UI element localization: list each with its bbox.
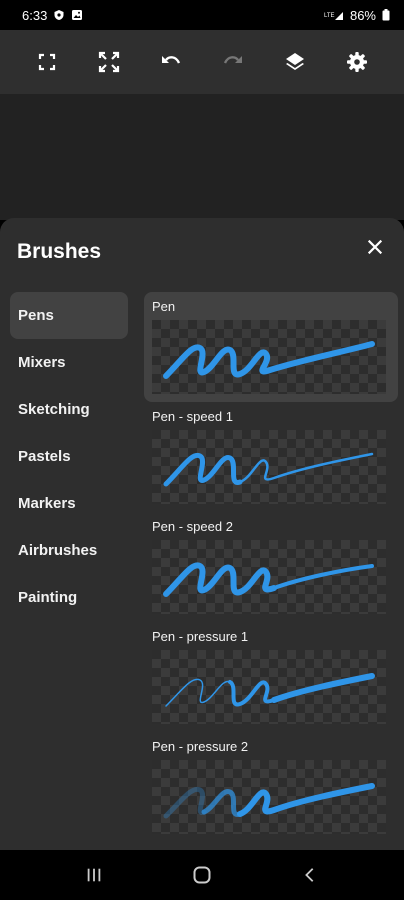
- category-sketching[interactable]: Sketching: [10, 386, 128, 433]
- brush-preview: [152, 430, 386, 504]
- brush-label: Pen - speed 2: [152, 519, 233, 534]
- svg-text:LTE: LTE: [324, 13, 335, 19]
- top-toolbar: [0, 30, 404, 94]
- brush-label: Pen - pressure 2: [152, 739, 249, 754]
- category-painting[interactable]: Painting: [10, 574, 128, 621]
- brush-label: Pen - speed 1: [152, 409, 233, 424]
- brushes-panel: Brushes Pens Mixers Sketching Pastels Ma…: [0, 218, 404, 850]
- fullscreen-button[interactable]: [27, 42, 67, 82]
- category-pastels[interactable]: Pastels: [10, 433, 128, 480]
- brush-item-pen-pressure-1[interactable]: Pen - pressure 1: [144, 622, 398, 732]
- status-bar: 6:33 LTE 86%: [0, 0, 404, 30]
- settings-button[interactable]: [337, 42, 377, 82]
- status-time: 6:33: [22, 7, 48, 23]
- category-mixers[interactable]: Mixers: [10, 339, 128, 386]
- category-airbrushes[interactable]: Airbrushes: [10, 527, 128, 574]
- system-nav-bar: [0, 850, 404, 900]
- brush-item-pen-speed-1[interactable]: Pen - speed 1: [144, 402, 398, 512]
- battery-percent: 86%: [349, 7, 376, 23]
- brush-item-pen[interactable]: Pen: [144, 292, 398, 402]
- layers-button[interactable]: [275, 42, 315, 82]
- status-left: 6:33: [22, 8, 83, 23]
- brush-item-pen-pressure-2[interactable]: Pen - pressure 2: [144, 732, 398, 842]
- expand-icon: [98, 51, 120, 73]
- panel-title: Brushes: [17, 240, 102, 263]
- back-icon: [305, 868, 314, 882]
- gallery-icon: [71, 9, 83, 21]
- brush-item-pen-speed-2[interactable]: Pen - speed 2: [144, 512, 398, 622]
- home-icon: [193, 866, 211, 884]
- category-markers[interactable]: Markers: [10, 480, 128, 527]
- brush-label: Pen - pressure 1: [152, 629, 249, 644]
- expand-button[interactable]: [89, 42, 129, 82]
- recents-button[interactable]: [74, 855, 114, 895]
- redo-button[interactable]: [213, 42, 253, 82]
- status-right: LTE 86%: [324, 8, 390, 23]
- recents-icon: [87, 868, 101, 882]
- category-pens[interactable]: Pens: [10, 292, 128, 339]
- home-button[interactable]: [182, 855, 222, 895]
- undo-icon: [162, 56, 181, 64]
- back-button[interactable]: [290, 855, 330, 895]
- battery-icon: [382, 9, 390, 21]
- signal-icon: LTE: [324, 9, 344, 21]
- brush-preview: [152, 760, 386, 834]
- brush-preview: [152, 540, 386, 614]
- category-list: Pens Mixers Sketching Pastels Markers Ai…: [10, 292, 128, 621]
- brush-preview: [152, 650, 386, 724]
- settings-icon: [347, 52, 367, 72]
- undo-button[interactable]: [151, 42, 191, 82]
- redo-icon: [223, 56, 242, 64]
- fullscreen-icon: [38, 53, 56, 71]
- shield-icon: [53, 9, 65, 21]
- brush-list: Pen Pen - speed 1 Pen - speed 2 Pen - pr…: [144, 292, 398, 842]
- brush-preview: [152, 320, 386, 394]
- close-button[interactable]: [360, 232, 390, 262]
- brush-label: Pen: [152, 299, 176, 314]
- drawing-canvas[interactable]: [0, 94, 404, 220]
- close-icon: [367, 239, 383, 255]
- layers-icon: [286, 53, 304, 70]
